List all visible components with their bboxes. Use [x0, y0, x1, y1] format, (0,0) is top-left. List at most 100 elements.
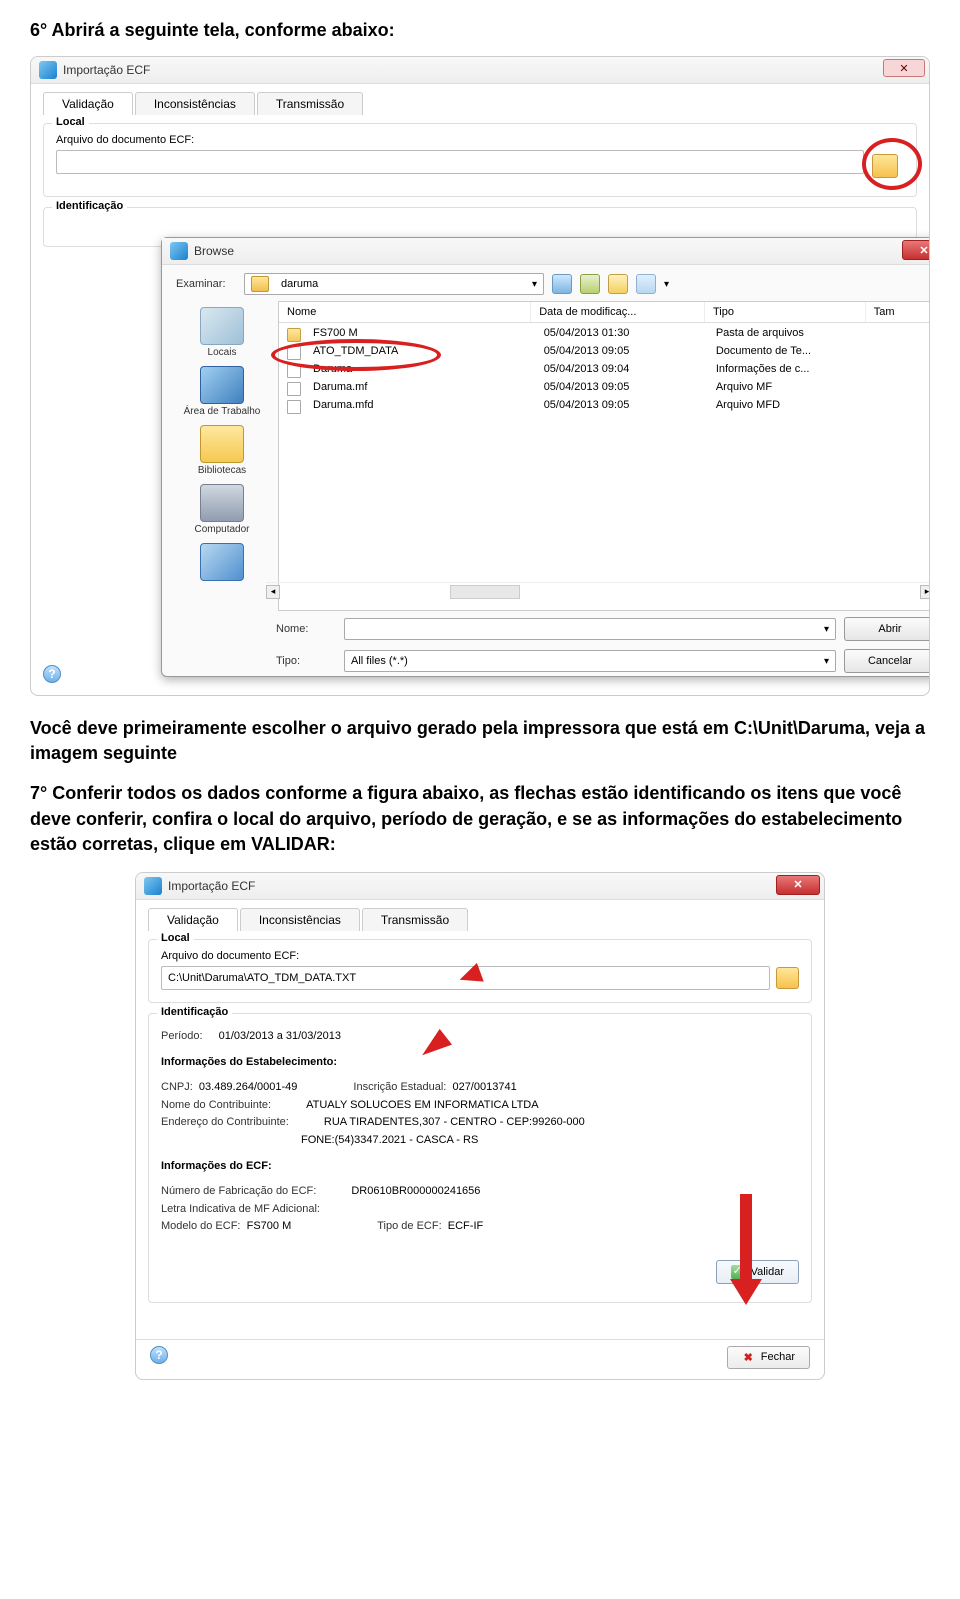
label-endereco: Endereço do Contribuinte: — [161, 1114, 289, 1132]
file-icon — [287, 346, 301, 360]
close-x-icon: ✖ — [742, 1351, 755, 1364]
file-icon — [287, 400, 301, 414]
annotation-arrow-3 — [737, 1194, 755, 1304]
fieldset-label-ident: Identificação — [157, 1006, 232, 1018]
close-icon[interactable]: ✕ — [883, 59, 925, 77]
app-icon — [144, 877, 162, 895]
nav-view-icon[interactable] — [636, 274, 656, 294]
abrir-button[interactable]: Abrir — [844, 617, 930, 641]
value-periodo: 01/03/2013 a 31/03/2013 — [219, 1028, 341, 1046]
doc-heading-step6: 6° Abrirá a seguinte tela, conforme abai… — [30, 20, 930, 41]
place-computador[interactable]: Computador — [176, 484, 268, 535]
label-nome: Nome: — [276, 623, 336, 635]
folder-icon — [251, 276, 269, 292]
nav-up-icon[interactable] — [580, 274, 600, 294]
input-arquivo-ecf[interactable] — [56, 150, 864, 174]
file-icon — [287, 382, 301, 396]
file-row[interactable]: ATO_TDM_DATA05/04/2013 09:05Documento de… — [279, 343, 930, 361]
window-titlebar: Importação ECF ✕ — [31, 57, 929, 84]
places-bar: Locais Área de Trabalho Bibliotecas Comp… — [176, 301, 268, 611]
browse-title: Browse — [194, 244, 234, 258]
place-desktop[interactable]: Área de Trabalho — [176, 366, 268, 417]
file-rows: FS700 M05/04/2013 01:30Pasta de arquivos… — [279, 323, 930, 417]
window-titlebar-2: Importação ECF ✕ — [136, 873, 824, 900]
label-letra-mf: Letra Indicativa de MF Adicional: — [161, 1201, 320, 1219]
horizontal-scrollbar[interactable]: ◂ ▸ — [266, 582, 930, 600]
col-tipo[interactable]: Tipo — [705, 302, 866, 322]
label-tipo: Tipo: — [276, 655, 336, 667]
file-row[interactable]: Daruma05/04/2013 09:04Informações de c..… — [279, 361, 930, 379]
file-icon — [287, 364, 301, 378]
tabs: Validação Inconsistências Transmissão — [43, 92, 917, 115]
combo-tipo[interactable]: All files (*.*)▾ — [344, 650, 836, 672]
tab-validacao[interactable]: Validação — [43, 92, 133, 115]
col-nome[interactable]: Nome — [279, 302, 531, 322]
scroll-right-icon[interactable]: ▸ — [920, 585, 930, 599]
file-row[interactable]: Daruma.mf05/04/2013 09:05Arquivo MF — [279, 379, 930, 397]
browse-dialog: Browse ✕ Examinar: daruma ▾ ▾ Locais — [161, 237, 930, 677]
value-fabricacao: DR0610BR000000241656 — [351, 1183, 480, 1201]
combo-examinar[interactable]: daruma ▾ — [244, 273, 544, 295]
help-icon[interactable]: ? — [150, 1346, 168, 1364]
scroll-left-icon[interactable]: ◂ — [266, 585, 280, 599]
fieldset-local: Local Arquivo do documento ECF: — [43, 123, 917, 197]
fieldset-label-local: Local — [157, 932, 194, 944]
label-tipo-ecf: Tipo de ECF: — [377, 1220, 441, 1232]
label-ie: Inscrição Estadual: — [353, 1081, 446, 1093]
label-nome-contrib: Nome do Contribuinte: — [161, 1097, 271, 1115]
fieldset-label-ident: Identificação — [52, 200, 127, 212]
label-cnpj: CNPJ: — [161, 1081, 193, 1093]
tabs-2: Validação Inconsistências Transmissão — [148, 908, 812, 931]
heading-estab: Informações do Estabelecimento: — [161, 1050, 799, 1076]
window-title: Importação ECF — [63, 63, 150, 77]
scroll-thumb[interactable] — [450, 585, 520, 599]
label-arquivo-ecf: Arquivo do documento ECF: — [161, 950, 799, 962]
help-icon[interactable]: ? — [43, 665, 61, 683]
fieldset-label-local: Local — [52, 116, 89, 128]
browse-folder-button[interactable] — [872, 154, 898, 178]
tab-validacao[interactable]: Validação — [148, 908, 238, 931]
nav-newfolder-icon[interactable] — [608, 274, 628, 294]
tab-inconsistencias[interactable]: Inconsistências — [240, 908, 360, 931]
label-examinar: Examinar: — [176, 278, 236, 290]
file-row[interactable]: Daruma.mfd05/04/2013 09:05Arquivo MFD — [279, 397, 930, 415]
place-locais[interactable]: Locais — [176, 307, 268, 358]
value-endereco-2: FONE:(54)3347.2021 - CASCA - RS — [301, 1132, 478, 1150]
browse-close-icon[interactable]: ✕ — [902, 240, 930, 260]
heading-ecf: Informações do ECF: — [161, 1154, 799, 1180]
tab-transmissao[interactable]: Transmissão — [362, 908, 468, 931]
close-icon[interactable]: ✕ — [776, 875, 820, 895]
browse-folder-button[interactable] — [776, 967, 799, 989]
value-ie: 027/0013741 — [452, 1081, 516, 1093]
fieldset-local-2: Local Arquivo do documento ECF: — [148, 939, 812, 1003]
value-cnpj: 03.489.264/0001-49 — [199, 1081, 297, 1093]
label-modelo: Modelo do ECF: — [161, 1220, 240, 1232]
doc-para-mid: Você deve primeiramente escolher o arqui… — [30, 716, 930, 766]
folder-icon — [287, 328, 301, 342]
col-tam[interactable]: Tam — [866, 302, 930, 322]
fechar-button[interactable]: ✖ Fechar — [727, 1346, 810, 1369]
combo-folder-name: daruma — [281, 278, 318, 290]
fieldset-identificacao-2: Identificação Período: 01/03/2013 a 31/0… — [148, 1013, 812, 1303]
label-fabricacao: Número de Fabricação do ECF: — [161, 1183, 316, 1201]
chevron-down-icon: ▾ — [532, 279, 537, 290]
value-nome-contrib: ATUALY SOLUCOES EM INFORMATICA LTDA — [306, 1097, 538, 1115]
value-tipo-ecf: ECF-IF — [448, 1220, 483, 1232]
label-periodo: Período: — [161, 1028, 203, 1046]
screenshot-1: Importação ECF ✕ Validação Inconsistênci… — [30, 56, 930, 696]
browse-app-icon — [170, 242, 188, 260]
value-endereco-1: RUA TIRADENTES,307 - CENTRO - CEP:99260-… — [324, 1114, 585, 1132]
input-nome[interactable]: ▾ — [344, 618, 836, 640]
place-network[interactable] — [176, 543, 268, 583]
file-row[interactable]: FS700 M05/04/2013 01:30Pasta de arquivos — [279, 325, 930, 343]
screenshot-2: Importação ECF ✕ Validação Inconsistênci… — [135, 872, 825, 1380]
col-data[interactable]: Data de modificaç... — [531, 302, 705, 322]
app-icon — [39, 61, 57, 79]
tab-transmissao[interactable]: Transmissão — [257, 92, 363, 115]
tab-inconsistencias[interactable]: Inconsistências — [135, 92, 255, 115]
label-arquivo-ecf: Arquivo do documento ECF: — [56, 134, 904, 146]
nav-back-icon[interactable] — [552, 274, 572, 294]
file-list-pane: Nome Data de modificaç... Tipo Tam FS700… — [278, 301, 930, 611]
cancelar-button[interactable]: Cancelar — [844, 649, 930, 673]
place-bibliotecas[interactable]: Bibliotecas — [176, 425, 268, 476]
